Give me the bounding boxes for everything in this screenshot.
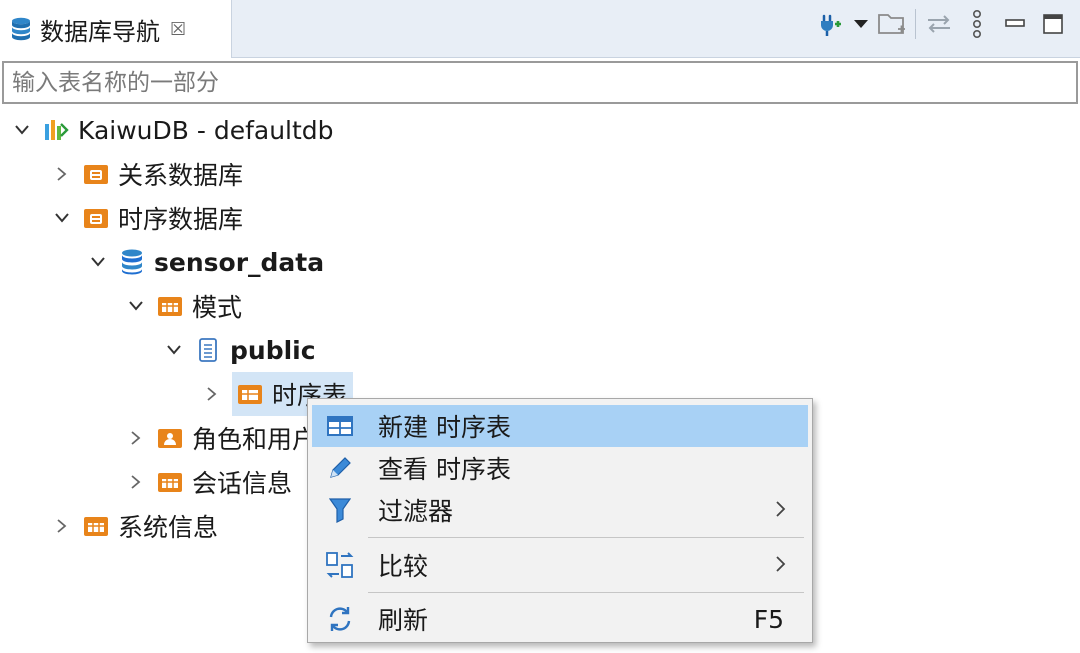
kaiwudb-logo-icon xyxy=(42,116,70,144)
minimize-icon[interactable] xyxy=(996,4,1034,44)
schema-public-label: public xyxy=(230,335,316,365)
chevron-down-icon[interactable] xyxy=(124,294,148,318)
timeseries-label: 时序数据库 xyxy=(118,205,244,234)
view-menu-icon[interactable] xyxy=(958,4,996,44)
chevron-right-icon[interactable] xyxy=(200,382,224,406)
tree-node-system-info[interactable]: 系统信息 xyxy=(50,504,218,548)
folder-database-icon xyxy=(82,160,110,188)
tree-node-connection[interactable]: KaiwuDB - defaultdb xyxy=(10,108,334,152)
chevron-down-icon[interactable] xyxy=(10,118,34,142)
connect-icon[interactable] xyxy=(811,4,849,44)
system-info-label: 系统信息 xyxy=(118,513,219,542)
toolbar-separator xyxy=(915,9,916,39)
chevron-down-icon[interactable] xyxy=(162,338,186,362)
filter-icon xyxy=(320,494,360,526)
shortcut-label: F5 xyxy=(753,604,784,634)
tree-node-schemas[interactable]: 模式 xyxy=(124,284,242,328)
link-editor-icon[interactable] xyxy=(920,4,958,44)
folder-table-icon xyxy=(156,292,184,320)
close-icon[interactable]: ☒ xyxy=(170,19,186,40)
connection-label: KaiwuDB - defaultdb xyxy=(78,115,334,145)
database-stack-icon xyxy=(6,14,36,44)
compare-icon xyxy=(320,549,360,581)
view-toolbar xyxy=(811,0,1072,48)
tree-node-relational[interactable]: 关系数据库 xyxy=(50,152,243,196)
dropdown-arrow-icon[interactable] xyxy=(849,4,873,44)
menu-item-view-ts-table[interactable]: 查看 时序表 xyxy=(312,447,808,489)
chevron-right-icon[interactable] xyxy=(124,426,148,450)
menu-separator xyxy=(368,537,804,538)
chevron-right-icon[interactable] xyxy=(124,470,148,494)
menu-item-label: 新建 时序表 xyxy=(378,413,511,442)
submenu-arrow-icon xyxy=(776,501,786,521)
tab-title: 数据库导航 xyxy=(40,17,160,46)
menu-item-label: 过滤器 xyxy=(378,497,454,526)
database-label: sensor_data xyxy=(154,247,325,277)
menu-item-filter[interactable]: 过滤器 xyxy=(312,489,808,531)
refresh-icon xyxy=(320,603,360,635)
tab-database-navigator[interactable]: 数据库导航 ☒ xyxy=(0,0,232,58)
menu-item-compare[interactable]: 比较 xyxy=(312,544,808,586)
menu-item-label: 查看 时序表 xyxy=(378,455,511,484)
tree-node-roles[interactable]: 角色和用户 xyxy=(124,416,317,460)
table-icon xyxy=(320,410,360,442)
context-menu: 新建 时序表 查看 时序表 过滤器 比较 刷新 F5 xyxy=(307,398,813,643)
chevron-right-icon[interactable] xyxy=(50,514,74,538)
tree-node-timeseries[interactable]: 时序数据库 xyxy=(50,196,243,240)
menu-item-refresh[interactable]: 刷新 F5 xyxy=(312,598,808,640)
folder-table-icon xyxy=(236,380,264,408)
menu-separator xyxy=(368,592,804,593)
new-folder-icon[interactable] xyxy=(873,4,911,44)
tree-node-schema-public[interactable]: public xyxy=(162,328,316,372)
menu-item-label: 刷新 xyxy=(378,606,429,635)
folder-table-icon xyxy=(82,512,110,540)
maximize-icon[interactable] xyxy=(1034,4,1072,44)
schema-icon xyxy=(194,336,222,364)
chevron-right-icon[interactable] xyxy=(50,162,74,186)
folder-user-icon xyxy=(156,424,184,452)
folder-table-icon xyxy=(156,468,184,496)
roles-label: 角色和用户 xyxy=(192,425,318,454)
database-icon xyxy=(118,248,146,276)
pencil-icon xyxy=(320,452,360,484)
folder-database-icon xyxy=(82,204,110,232)
menu-item-new-ts-table[interactable]: 新建 时序表 xyxy=(312,405,808,447)
submenu-arrow-icon xyxy=(776,556,786,576)
schemas-label: 模式 xyxy=(192,293,243,322)
view-tab-strip: 数据库导航 ☒ xyxy=(0,0,1080,58)
chevron-down-icon[interactable] xyxy=(86,250,110,274)
chevron-down-icon[interactable] xyxy=(50,206,74,230)
tree-node-database[interactable]: sensor_data xyxy=(86,240,324,284)
table-filter-input[interactable] xyxy=(2,61,1078,104)
menu-item-label: 比较 xyxy=(378,552,429,581)
relational-label: 关系数据库 xyxy=(118,161,244,190)
tree-node-sessions[interactable]: 会话信息 xyxy=(124,460,292,504)
sessions-label: 会话信息 xyxy=(192,469,293,498)
